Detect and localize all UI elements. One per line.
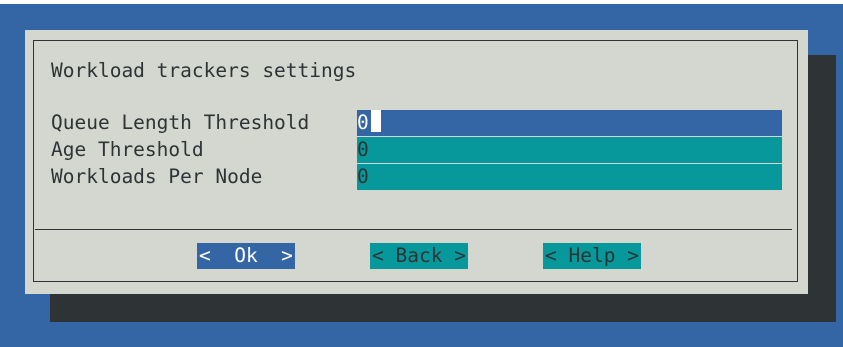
queue-length-threshold-label: Queue Length Threshold [51,111,310,134]
workloads-per-node-value: 0 [357,165,369,188]
ok-button[interactable]: < Ok > [197,243,295,269]
workloads-per-node-input[interactable]: 0 [357,164,782,190]
age-threshold-label: Age Threshold [51,138,204,161]
help-button[interactable]: < Help > [543,243,641,269]
queue-length-threshold-input[interactable]: 0 [357,110,782,136]
settings-dialog: Workload trackers settings Queue Length … [25,30,808,294]
workloads-per-node-label: Workloads Per Node [51,165,263,188]
queue-length-threshold-value: 0 [357,111,369,134]
back-button[interactable]: < Back > [370,243,468,269]
age-threshold-value: 0 [357,138,369,161]
text-cursor [370,110,381,132]
button-divider [35,229,792,230]
age-threshold-input[interactable]: 0 [357,137,782,163]
top-border [0,0,843,4]
terminal-screen: Workload trackers settings Queue Length … [0,0,843,347]
dialog-title: Workload trackers settings [51,59,357,82]
